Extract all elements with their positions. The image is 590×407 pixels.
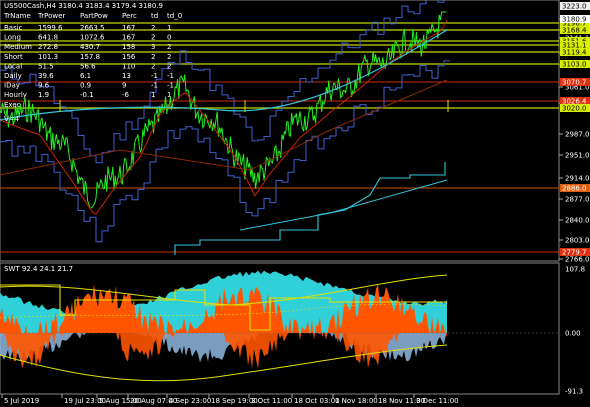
table-header-cell: PartPow — [80, 12, 108, 20]
table-cell: 641.8 — [38, 34, 58, 42]
table-cell: 101.3 — [38, 53, 58, 61]
table-cell: 1599.6 — [38, 24, 63, 32]
table-cell: 39.6 — [38, 72, 54, 80]
price-tag-label: 3020.0 — [562, 105, 587, 113]
table-cell: 6.1 — [80, 72, 91, 80]
table-cell: 51.5 — [38, 62, 54, 70]
table-cell: -1 — [167, 72, 174, 80]
table-cell: 9.6 — [38, 82, 50, 90]
table-cell: 167 — [122, 34, 135, 42]
time-label: 1 Nov 18:00 — [335, 397, 378, 405]
table-cell: 2 — [151, 34, 155, 42]
oscillator-header: SWT 92.4 24.1 21.7 — [4, 265, 73, 273]
table-cell: -6 — [122, 91, 130, 99]
table-cell: 2 — [167, 43, 171, 51]
price-tag-label: 2779.7 — [562, 249, 587, 257]
time-axis[interactable]: 5 Jul 2019 19 Jul 23:005 Aug 15:0020 Aug … — [1, 394, 459, 405]
table-cell: Hourly — [4, 91, 27, 99]
price-tag-label: 3103.0 — [562, 61, 587, 69]
price-tag-label: 3168.4 — [562, 27, 587, 35]
table-cell: 1.9 — [38, 91, 49, 99]
table-cell: Local — [4, 62, 22, 70]
osc-scale-label: -91.3 — [565, 388, 583, 396]
time-label: 5 Jul 2019 — [4, 397, 39, 405]
table-cell: 2663.5 — [80, 24, 105, 32]
scale-label: 2987.0 — [565, 131, 590, 139]
chart-header: US500Cash,H4 3180.4 3183.4 3179.4 3180.9 — [4, 2, 163, 10]
table-cell: Daily — [4, 72, 22, 80]
table-cell: 110 — [122, 62, 135, 70]
time-label: 4 Sep 23:00 — [169, 397, 211, 405]
table-cell: 1072.6 — [80, 34, 105, 42]
table-cell: 2 — [167, 53, 171, 61]
table-cell: Medium — [4, 43, 32, 51]
table-cell: -1 — [151, 82, 158, 90]
table-cell: 1 — [167, 91, 171, 99]
table-cell: Exec — [4, 101, 21, 109]
scale-label: 2877.0 — [565, 196, 590, 204]
table-cell: 1 — [151, 91, 155, 99]
table-header-cell: TrName — [3, 12, 31, 20]
table-cell: 272.8 — [38, 43, 58, 51]
scale-label: 2803.0 — [565, 237, 590, 245]
scale-label: 2914.0 — [565, 175, 590, 183]
table-cell: 0.9 — [80, 82, 91, 90]
osc-scale-label: 107.8 — [565, 266, 585, 274]
table-cell: 3 — [151, 43, 155, 51]
table-cell: 158 — [122, 43, 135, 51]
table-cell: 13 — [122, 72, 131, 80]
price-tag-label: 3180.9 — [562, 16, 587, 24]
table-cell: 0 — [167, 34, 171, 42]
table-cell: IDay — [4, 82, 20, 90]
table-cell: 2 — [151, 24, 155, 32]
table-cell: 430.7 — [80, 43, 100, 51]
table-cell: -1 — [151, 72, 158, 80]
table-cell: 9 — [122, 82, 126, 90]
table-cell: Basic — [4, 24, 23, 32]
table-header-cell: TrPower — [37, 12, 65, 20]
table-header-cell: td_0 — [167, 12, 182, 20]
table-cell: 156 — [122, 53, 136, 61]
table-cell: 2 — [151, 53, 155, 61]
time-label: 3 Dec 11:00 — [416, 397, 459, 405]
table-cell: Long — [4, 34, 21, 42]
table-cell: 2 — [167, 62, 171, 70]
table-cell: 1 — [167, 24, 171, 32]
table-cell: 157.8 — [80, 53, 100, 61]
osc-scale-label: 0.00 — [565, 330, 581, 338]
table-cell: 56.6 — [80, 62, 96, 70]
time-label: 3 Oct 11:00 — [251, 397, 292, 405]
price-tag-label: 3223.0 — [562, 3, 587, 11]
v-label: V=4 — [4, 115, 20, 123]
price-tag-label: 3119.4 — [562, 49, 587, 57]
scale-label: 2951.0 — [565, 152, 590, 160]
time-label: 18 Oct 03:00 — [294, 397, 340, 405]
scale-label: 2766.0 — [565, 256, 590, 264]
table-header-cell: td — [151, 12, 158, 20]
table-cell: -1 — [167, 82, 174, 90]
price-tag-label: 2886.0 — [562, 185, 587, 193]
table-cell: 2 — [151, 62, 155, 70]
scale-label: 2840.0 — [565, 217, 590, 225]
table-cell: 167 — [122, 24, 135, 32]
price-tag-label: 3070.7 — [562, 79, 587, 87]
table-cell: Short — [4, 53, 23, 61]
table-cell: -0.1 — [80, 91, 94, 99]
trading-chart[interactable]: US500Cash,H4 3180.4 3183.4 3179.4 3180.9… — [0, 0, 590, 407]
table-header-cell: Perc — [122, 12, 137, 20]
